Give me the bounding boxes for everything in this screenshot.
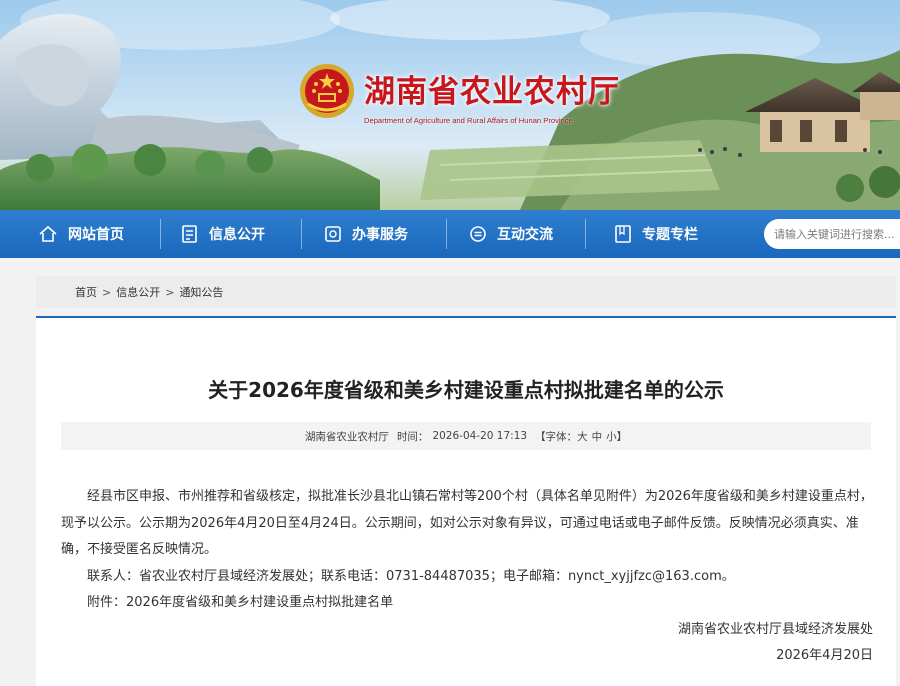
article-time-label: 时间：: [396, 430, 429, 443]
national-emblem-icon: [300, 64, 354, 118]
article-attachment: 附件：2026年度省级和美乡村建设重点村拟批建名单: [61, 590, 873, 617]
font-size-small-button[interactable]: 小: [606, 429, 617, 444]
header-banner: 湖南省农业农村厅 Department of Agriculture and R…: [0, 0, 900, 210]
main-nav: 网站首页 信息公开 办事服务 互动交流 专题专栏: [0, 210, 900, 258]
nav-services[interactable]: 办事服务: [324, 210, 408, 258]
site-brand[interactable]: 湖南省农业农村厅 Department of Agriculture and R…: [298, 62, 620, 125]
font-size-large-button[interactable]: 大: [577, 429, 588, 444]
service-icon: [325, 226, 341, 242]
nav-interaction[interactable]: 互动交流: [469, 210, 553, 258]
font-size-medium-button[interactable]: 中: [592, 429, 603, 444]
article-time: 2026-04-20 17:13: [432, 430, 528, 442]
nav-topics-label: 专题专栏: [642, 227, 698, 243]
article-paragraph: 经县市区申报、市州推荐和省级核定，拟批准长沙县北山镇石常村等200个村（具体名单…: [61, 489, 873, 557]
article-panel: 关于2026年度省级和美乡村建设重点村拟批建名单的公示 湖南省农业农村厅 时间：…: [36, 316, 896, 686]
nav-home[interactable]: 网站首页: [38, 210, 124, 258]
home-icon: [39, 225, 57, 242]
nav-services-label: 办事服务: [352, 227, 408, 243]
attachment-link[interactable]: 2026年度省级和美乡村建设重点村拟批建名单: [126, 595, 393, 610]
chat-icon: [470, 226, 486, 242]
bookmark-icon: [615, 225, 631, 243]
nav-divider: [585, 219, 586, 249]
breadcrumb: 首页 > 信息公开 > 通知公告: [36, 276, 896, 308]
article-meta: 湖南省农业农村厅 时间： 2026-04-20 17:13 【字体： 大 中 小…: [61, 422, 871, 450]
nav-info-public[interactable]: 信息公开: [181, 210, 265, 258]
article-source: 湖南省农业农村厅: [304, 430, 389, 443]
signature-date: 2026年4月20日: [776, 648, 873, 663]
site-subtitle: Department of Agriculture and Rural Affa…: [364, 116, 573, 125]
nav-divider: [301, 219, 302, 249]
breadcrumb-info-public[interactable]: 信息公开: [116, 284, 160, 300]
article-contact: 联系人：省农业农村厅县域经济发展处；联系电话：0731-84487035；电子邮…: [87, 568, 735, 584]
breadcrumb-home[interactable]: 首页: [75, 284, 97, 300]
nav-info-public-label: 信息公开: [209, 227, 265, 243]
document-icon: [182, 225, 197, 243]
search-input[interactable]: [764, 219, 900, 249]
attachment-label: 附件：: [87, 595, 127, 610]
breadcrumb-separator: >: [102, 285, 112, 299]
nav-home-label: 网站首页: [68, 227, 124, 243]
article-title: 关于2026年度省级和美乡村建设重点村拟批建名单的公示: [208, 378, 724, 402]
font-size-open: 【字体：: [535, 430, 578, 443]
site-title: 湖南省农业农村厅: [364, 74, 620, 110]
nav-topics[interactable]: 专题专栏: [614, 210, 698, 258]
font-size-close: 】: [616, 430, 628, 443]
nav-interaction-label: 互动交流: [497, 227, 553, 243]
nav-divider: [446, 219, 447, 249]
nav-divider: [160, 219, 161, 249]
breadcrumb-notices[interactable]: 通知公告: [179, 284, 223, 300]
breadcrumb-separator: >: [165, 285, 175, 299]
signature-org: 湖南省农业农村厅县域经济发展处: [677, 621, 873, 637]
article-body: 经县市区申报、市州推荐和省级核定，拟批准长沙县北山镇石常村等200个村（具体名单…: [61, 484, 873, 670]
